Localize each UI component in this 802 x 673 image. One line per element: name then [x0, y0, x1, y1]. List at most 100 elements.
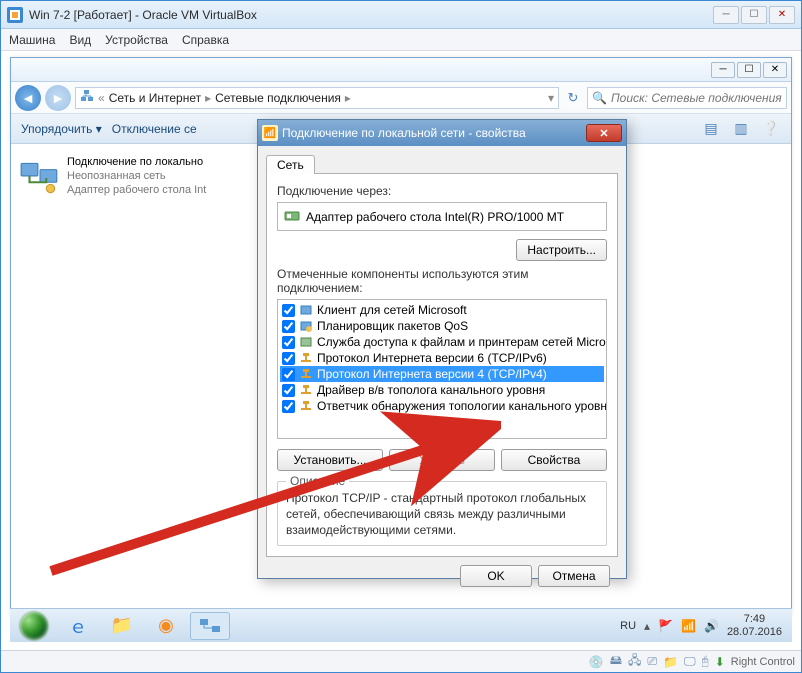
component-icon — [299, 367, 313, 381]
component-row[interactable]: Протокол Интернета версии 4 (TCP/IPv4) — [280, 366, 604, 382]
status-display-icon[interactable]: 🖵 — [684, 654, 696, 669]
tray-volume-icon[interactable]: 🔊 — [704, 619, 719, 633]
status-hdd-icon[interactable]: 🖴 — [610, 651, 622, 672]
component-checkbox[interactable] — [282, 352, 295, 365]
tray-time: 7:49 — [727, 613, 782, 625]
menu-machine[interactable]: Машина — [9, 33, 55, 47]
component-row[interactable]: Драйвер в/в тополога канального уровня — [280, 382, 604, 398]
component-row[interactable]: Служба доступа к файлам и принтерам сете… — [280, 334, 604, 350]
nav-back-button[interactable]: ◄ — [15, 85, 41, 111]
component-icon — [299, 319, 313, 333]
component-icon — [299, 383, 313, 397]
menu-view[interactable]: Вид — [69, 33, 91, 47]
close-button[interactable]: ✕ — [769, 6, 795, 24]
component-label: Служба доступа к файлам и принтерам сете… — [317, 335, 607, 349]
explorer-window-controls: ─ ☐ ✕ — [11, 58, 791, 82]
status-disk-icon[interactable]: 💿 — [589, 655, 604, 669]
component-checkbox[interactable] — [282, 400, 295, 413]
status-net-icon[interactable]: 🖧 — [628, 651, 641, 672]
organize-button[interactable]: Упорядочить ▾ — [21, 122, 102, 136]
taskbar-network-icon[interactable] — [190, 612, 230, 640]
component-label: Протокол Интернета версии 6 (TCP/IPv6) — [317, 351, 547, 365]
configure-button[interactable]: Настроить... — [516, 239, 607, 261]
network-icon — [80, 89, 94, 106]
properties-button[interactable]: Свойства — [501, 449, 607, 471]
disable-connection-button[interactable]: Отключение се — [112, 122, 197, 136]
component-checkbox[interactable] — [282, 336, 295, 349]
tray-date: 28.07.2016 — [727, 626, 782, 638]
view-icon-list[interactable]: ▥ — [731, 119, 751, 139]
vbox-menu: Машина Вид Устройства Справка — [1, 29, 801, 51]
description-group: Описание Протокол TCP/IP - стандартный п… — [277, 481, 607, 546]
adapter-name: Адаптер рабочего стола Intel(R) PRO/1000… — [306, 210, 564, 224]
address-bar-row: ◄ ► « Сеть и Интернет ▸ Сетевые подключе… — [11, 82, 791, 114]
crumb-current[interactable]: Сетевые подключения — [215, 91, 341, 105]
tab-strip: Сеть — [266, 152, 618, 174]
component-row[interactable]: Ответчик обнаружения топологии канальног… — [280, 398, 604, 414]
taskbar-ie-icon[interactable]: ｅ — [58, 612, 98, 640]
search-input[interactable] — [611, 91, 782, 105]
taskbar-explorer-icon[interactable]: 📁 — [102, 612, 142, 640]
component-label: Планировщик пакетов QoS — [317, 319, 468, 333]
status-mouse-icon[interactable]: 🖰 — [702, 654, 709, 669]
component-row[interactable]: Протокол Интернета версии 6 (TCP/IPv6) — [280, 350, 604, 366]
vbox-title-text: Win 7-2 [Работает] - Oracle VM VirtualBo… — [29, 8, 711, 22]
view-icon-large[interactable]: ▤ — [701, 119, 721, 139]
crumb-parent[interactable]: Сеть и Интернет — [109, 91, 201, 105]
nav-forward-button[interactable]: ► — [45, 85, 71, 111]
status-usb-icon[interactable]: ⎚ — [647, 654, 657, 669]
tray-clock[interactable]: 7:49 28.07.2016 — [727, 613, 782, 637]
explorer-close[interactable]: ✕ — [763, 62, 787, 78]
component-checkbox[interactable] — [282, 368, 295, 381]
component-row[interactable]: Клиент для сетей Microsoft — [280, 302, 604, 318]
breadcrumb-bar[interactable]: « Сеть и Интернет ▸ Сетевые подключения … — [75, 87, 559, 109]
start-button[interactable] — [14, 611, 54, 641]
component-checkbox[interactable] — [282, 320, 295, 333]
dialog-title: Подключение по локальной сети - свойства — [282, 126, 586, 140]
maximize-button[interactable]: ☐ — [741, 6, 767, 24]
minimize-button[interactable]: ─ — [713, 6, 739, 24]
menu-devices[interactable]: Устройства — [105, 33, 168, 47]
vbox-icon — [7, 7, 23, 23]
remove-button[interactable]: Удалить — [389, 449, 495, 471]
description-legend: Описание — [286, 474, 349, 488]
virtualbox-window: Win 7-2 [Работает] - Oracle VM VirtualBo… — [0, 0, 802, 673]
search-icon: 🔍 — [592, 91, 607, 105]
components-list[interactable]: Клиент для сетей Microsoft Планировщик па… — [277, 299, 607, 439]
explorer-minimize[interactable]: ─ — [711, 62, 735, 78]
refresh-button[interactable]: ↻ — [563, 88, 583, 108]
lang-indicator[interactable]: RU — [620, 620, 636, 632]
tray-flag-icon[interactable]: 🚩 — [658, 619, 673, 633]
connection-properties-dialog: 📶 Подключение по локальной сети - свойст… — [257, 119, 627, 579]
status-record-icon[interactable]: ⬇ — [715, 655, 725, 669]
tab-network[interactable]: Сеть — [266, 155, 315, 174]
tray-chevron-icon[interactable]: ▴ — [644, 619, 650, 633]
menu-help[interactable]: Справка — [182, 33, 229, 47]
connect-via-label: Подключение через: — [277, 184, 607, 198]
adapter-box: Адаптер рабочего стола Intel(R) PRO/1000… — [277, 202, 607, 231]
description-text: Протокол TCP/IP - стандартный протокол г… — [286, 490, 598, 539]
status-shared-icon[interactable]: 📁 — [663, 655, 678, 669]
search-box[interactable]: 🔍 — [587, 87, 787, 109]
cancel-button[interactable]: Отмена — [538, 565, 610, 587]
connection-status: Неопознанная сеть — [67, 170, 206, 184]
component-label: Протокол Интернета версии 4 (TCP/IPv4) — [317, 367, 547, 381]
tray-network-icon[interactable]: 📶 — [681, 619, 696, 633]
help-icon[interactable]: ❔ — [761, 119, 781, 139]
dialog-close-button[interactable]: ✕ — [586, 124, 622, 142]
explorer-maximize[interactable]: ☐ — [737, 62, 761, 78]
system-tray: RU ▴ 🚩 📶 🔊 7:49 28.07.2016 — [620, 613, 788, 637]
network-connection-item[interactable]: Подключение по локально Неопознанная сет… — [17, 154, 277, 199]
connection-adapter: Адаптер рабочего стола Int — [67, 184, 206, 198]
component-checkbox[interactable] — [282, 304, 295, 317]
component-icon — [299, 335, 313, 349]
component-label: Клиент для сетей Microsoft — [317, 303, 467, 317]
component-icon — [299, 351, 313, 365]
install-button[interactable]: Установить... — [277, 449, 383, 471]
ok-button[interactable]: OK — [460, 565, 532, 587]
component-row[interactable]: Планировщик пакетов QoS — [280, 318, 604, 334]
vbox-titlebar: Win 7-2 [Работает] - Oracle VM VirtualBo… — [1, 1, 801, 29]
component-icon — [299, 399, 313, 413]
component-checkbox[interactable] — [282, 384, 295, 397]
taskbar-mediaplayer-icon[interactable]: ◉ — [146, 612, 186, 640]
